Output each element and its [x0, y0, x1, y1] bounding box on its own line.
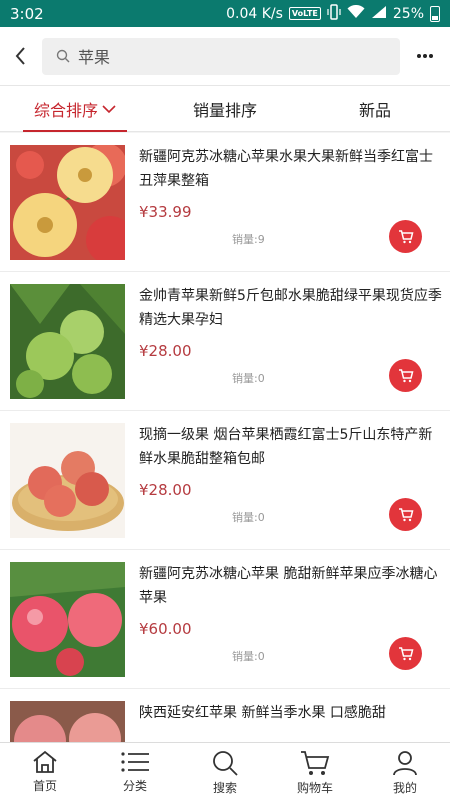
- add-to-cart-button[interactable]: [389, 637, 422, 670]
- wifi-icon: [347, 4, 365, 23]
- product-item[interactable]: 金帅青苹果新鲜5斤包邮水果脆甜绿平果现货应季精选大果孕妇 ¥28.00 销量:0: [0, 272, 450, 411]
- cart-icon: [398, 647, 413, 661]
- nav-label: 分类: [122, 779, 147, 793]
- nav-cart[interactable]: 购物车: [270, 743, 360, 800]
- tab-label: 新品: [358, 100, 391, 120]
- battery-percent: 25%: [392, 5, 424, 22]
- nav-label: 购物车: [296, 781, 333, 795]
- status-time: 3:02: [10, 4, 44, 23]
- product-price: ¥33.99: [139, 203, 192, 221]
- product-name[interactable]: 陕西延安红苹果 新鲜当季水果 口感脆甜: [139, 701, 444, 725]
- nav-home[interactable]: 首页: [0, 743, 90, 800]
- more-button[interactable]: [400, 27, 450, 85]
- product-name[interactable]: 新疆阿克苏冰糖心苹果水果大果新鲜当季红富士丑萍果整箱: [139, 145, 444, 193]
- product-image[interactable]: [10, 562, 125, 677]
- cart-icon: [398, 508, 413, 522]
- product-price: ¥28.00: [139, 481, 192, 499]
- cart-icon: [398, 230, 413, 244]
- product-item[interactable]: 新疆阿克苏冰糖心苹果水果大果新鲜当季红富士丑萍果整箱 ¥33.99 销量:9: [0, 133, 450, 272]
- search-placeholder: 苹果: [78, 48, 111, 67]
- cart-icon: [398, 369, 413, 383]
- product-image[interactable]: [10, 423, 125, 538]
- signal-icon: [371, 5, 387, 23]
- top-bar: 苹果: [0, 27, 450, 85]
- tab-sales-sort[interactable]: 销量排序: [150, 86, 300, 131]
- nav-search[interactable]: 搜索: [180, 743, 270, 800]
- volte-badge: VoLTE: [288, 7, 321, 20]
- status-bar: 3:02 0.04 K/s VoLTE 25%: [0, 0, 450, 27]
- product-name[interactable]: 新疆阿克苏冰糖心苹果 脆甜新鲜苹果应季冰糖心苹果: [139, 562, 444, 610]
- sort-tabs: 综合排序 销量排序 新品: [0, 85, 450, 132]
- home-icon: [33, 750, 57, 773]
- tab-new-products[interactable]: 新品: [300, 86, 450, 131]
- product-item[interactable]: 现摘一级果 烟台苹果栖霞红富士5斤山东特产新鲜水果脆甜整箱包邮 ¥28.00 销…: [0, 411, 450, 550]
- more-dots-icon: [417, 54, 433, 58]
- product-image[interactable]: [10, 145, 125, 260]
- nav-category[interactable]: 分类: [90, 743, 180, 800]
- tab-comprehensive-sort[interactable]: 综合排序: [0, 86, 150, 132]
- network-speed: 0.04 K/s: [226, 5, 283, 22]
- search-icon: [56, 49, 70, 63]
- product-list: 新疆阿克苏冰糖心苹果水果大果新鲜当季红富士丑萍果整箱 ¥33.99 销量:9 金…: [0, 133, 450, 742]
- product-sales: 销量:0: [232, 511, 265, 524]
- nav-label: 我的: [392, 781, 417, 795]
- battery-icon: [430, 5, 440, 22]
- product-name[interactable]: 现摘一级果 烟台苹果栖霞红富士5斤山东特产新鲜水果脆甜整箱包邮: [139, 423, 444, 471]
- product-price: ¥28.00: [139, 342, 192, 360]
- product-sales: 销量:0: [232, 372, 265, 385]
- search-input[interactable]: 苹果: [42, 37, 400, 75]
- product-image[interactable]: [10, 284, 125, 399]
- chevron-down-icon: [102, 104, 116, 113]
- vibrate-icon: [327, 3, 341, 24]
- add-to-cart-button[interactable]: [389, 498, 422, 531]
- product-price: ¥60.00: [139, 620, 192, 638]
- nav-label: 首页: [32, 779, 57, 793]
- chevron-left-icon: [15, 47, 25, 65]
- category-icon: [121, 752, 149, 772]
- product-sales: 销量:0: [232, 650, 265, 663]
- add-to-cart-button[interactable]: [389, 359, 422, 392]
- tab-label: 综合排序: [33, 100, 98, 120]
- product-sales: 销量:9: [232, 233, 265, 246]
- nav-profile[interactable]: 我的: [360, 743, 450, 800]
- cart-icon: [301, 751, 330, 775]
- user-icon: [393, 751, 417, 776]
- product-item[interactable]: 新疆阿克苏冰糖心苹果 脆甜新鲜苹果应季冰糖心苹果 ¥60.00 销量:0: [0, 550, 450, 689]
- nav-label: 搜索: [212, 781, 237, 795]
- search-icon: [213, 751, 238, 776]
- tab-label: 销量排序: [192, 100, 257, 120]
- product-name[interactable]: 金帅青苹果新鲜5斤包邮水果脆甜绿平果现货应季精选大果孕妇: [139, 284, 444, 332]
- back-button[interactable]: [0, 27, 40, 85]
- add-to-cart-button[interactable]: [389, 220, 422, 253]
- product-item[interactable]: 陕西延安红苹果 新鲜当季水果 口感脆甜: [0, 689, 450, 742]
- product-image[interactable]: [10, 701, 125, 742]
- bottom-nav: 首页 分类 搜索 购物车 我的: [0, 742, 450, 800]
